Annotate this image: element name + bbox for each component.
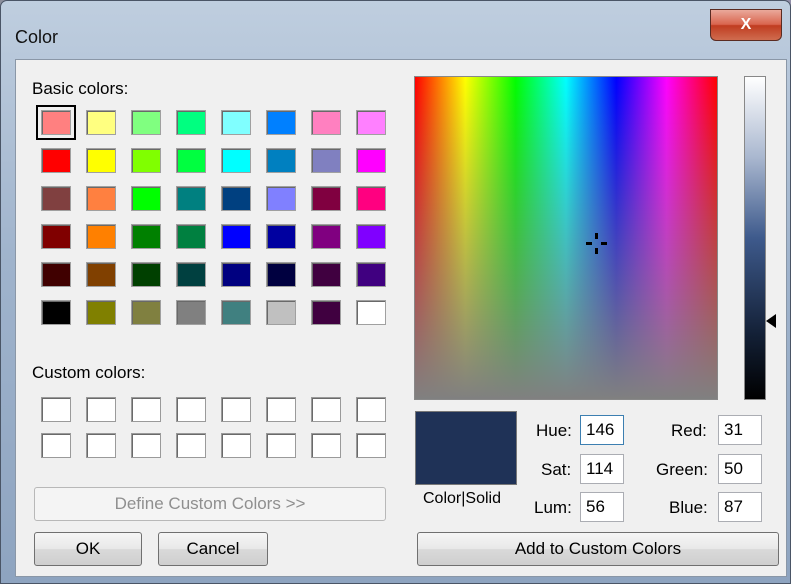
basic-color-swatch[interactable] <box>176 300 206 325</box>
luminance-slider[interactable] <box>744 76 766 400</box>
basic-color-swatch[interactable] <box>266 224 296 249</box>
basic-color-swatch[interactable] <box>131 262 161 287</box>
custom-color-slot[interactable] <box>311 433 341 458</box>
red-label: Red: <box>671 421 707 440</box>
hue-label: Hue: <box>536 421 572 440</box>
basic-color-swatch[interactable] <box>266 300 296 325</box>
custom-color-slot[interactable] <box>86 397 116 422</box>
custom-color-slot[interactable] <box>356 397 386 422</box>
basic-color-swatch[interactable] <box>176 110 206 135</box>
basic-color-swatch[interactable] <box>356 224 386 249</box>
basic-color-swatch[interactable] <box>86 148 116 173</box>
basic-color-swatch[interactable] <box>266 110 296 135</box>
basic-color-swatch[interactable] <box>221 224 251 249</box>
basic-color-swatch[interactable] <box>131 186 161 211</box>
custom-color-slot[interactable] <box>356 433 386 458</box>
basic-color-swatch[interactable] <box>86 110 116 135</box>
basic-color-swatch[interactable] <box>41 186 71 211</box>
custom-colors-label: Custom colors: <box>32 363 146 382</box>
custom-color-slot[interactable] <box>221 433 251 458</box>
basic-color-swatch[interactable] <box>356 262 386 287</box>
basic-color-swatch[interactable] <box>266 148 296 173</box>
basic-color-swatch[interactable] <box>356 110 386 135</box>
close-button[interactable]: X <box>710 9 782 41</box>
green-input[interactable]: 50 <box>718 454 762 484</box>
custom-color-slot[interactable] <box>131 397 161 422</box>
custom-color-slot[interactable] <box>266 433 296 458</box>
basic-color-swatch[interactable] <box>266 186 296 211</box>
custom-color-slot[interactable] <box>266 397 296 422</box>
luminance-arrow-icon[interactable] <box>766 314 776 328</box>
basic-color-swatch[interactable] <box>311 224 341 249</box>
custom-color-slot[interactable] <box>41 397 71 422</box>
basic-color-swatch[interactable] <box>176 224 206 249</box>
ok-button[interactable]: OK <box>34 532 142 566</box>
basic-color-swatch[interactable] <box>221 148 251 173</box>
custom-color-slot[interactable] <box>131 433 161 458</box>
basic-color-swatch[interactable] <box>311 148 341 173</box>
title-bar[interactable]: Color X <box>1 1 790 59</box>
basic-color-swatch[interactable] <box>176 186 206 211</box>
basic-color-swatch[interactable] <box>311 186 341 211</box>
custom-color-slot[interactable] <box>311 397 341 422</box>
basic-color-swatch[interactable] <box>86 224 116 249</box>
window-title: Color <box>15 27 59 47</box>
color-dialog: Color X Basic colors: Custom colors: Def… <box>0 0 791 584</box>
blue-input[interactable]: 87 <box>718 492 762 522</box>
basic-color-swatch[interactable] <box>311 300 341 325</box>
basic-color-swatch[interactable] <box>41 262 71 287</box>
basic-color-swatch[interactable] <box>221 262 251 287</box>
cancel-button[interactable]: Cancel <box>158 532 268 566</box>
basic-color-swatch[interactable] <box>41 224 71 249</box>
lum-input[interactable]: 56 <box>580 492 624 522</box>
basic-color-swatch[interactable] <box>356 300 386 325</box>
custom-color-slot[interactable] <box>86 433 116 458</box>
basic-color-swatch[interactable] <box>221 186 251 211</box>
dialog-body: Basic colors: Custom colors: Define Cust… <box>15 59 787 577</box>
basic-color-swatch[interactable] <box>86 300 116 325</box>
color-spectrum[interactable] <box>414 76 718 400</box>
define-custom-colors-button[interactable]: Define Custom Colors >> <box>34 487 386 521</box>
custom-color-slot[interactable] <box>176 433 206 458</box>
basic-color-swatch[interactable] <box>266 262 296 287</box>
green-label: Green: <box>656 460 708 479</box>
custom-color-slot[interactable] <box>41 433 71 458</box>
basic-color-swatch[interactable] <box>176 262 206 287</box>
color-preview <box>415 411 517 485</box>
add-to-custom-colors-button[interactable]: Add to Custom Colors <box>417 532 779 566</box>
basic-color-swatch[interactable] <box>311 262 341 287</box>
custom-color-slot[interactable] <box>221 397 251 422</box>
basic-color-swatch[interactable] <box>356 186 386 211</box>
sat-input[interactable]: 114 <box>580 454 624 484</box>
red-input[interactable]: 31 <box>718 415 762 445</box>
basic-color-swatch[interactable] <box>221 300 251 325</box>
basic-color-swatch[interactable] <box>41 300 71 325</box>
basic-color-swatch[interactable] <box>131 148 161 173</box>
basic-color-swatch[interactable] <box>36 105 76 140</box>
basic-color-swatch[interactable] <box>41 148 71 173</box>
basic-color-swatch[interactable] <box>356 148 386 173</box>
color-solid-label: Color|Solid <box>423 490 501 507</box>
custom-color-slot[interactable] <box>176 397 206 422</box>
basic-color-swatch[interactable] <box>131 300 161 325</box>
basic-color-swatch[interactable] <box>131 110 161 135</box>
basic-color-swatch[interactable] <box>311 110 341 135</box>
blue-label: Blue: <box>669 498 708 517</box>
sat-label: Sat: <box>541 460 572 479</box>
basic-color-swatch[interactable] <box>176 148 206 173</box>
basic-colors-label: Basic colors: <box>32 79 129 98</box>
hue-input[interactable]: 146 <box>580 415 624 445</box>
basic-color-swatch[interactable] <box>221 110 251 135</box>
basic-color-swatch[interactable] <box>131 224 161 249</box>
lum-label: Lum: <box>534 498 572 517</box>
basic-color-swatch[interactable] <box>86 262 116 287</box>
basic-color-swatch[interactable] <box>86 186 116 211</box>
